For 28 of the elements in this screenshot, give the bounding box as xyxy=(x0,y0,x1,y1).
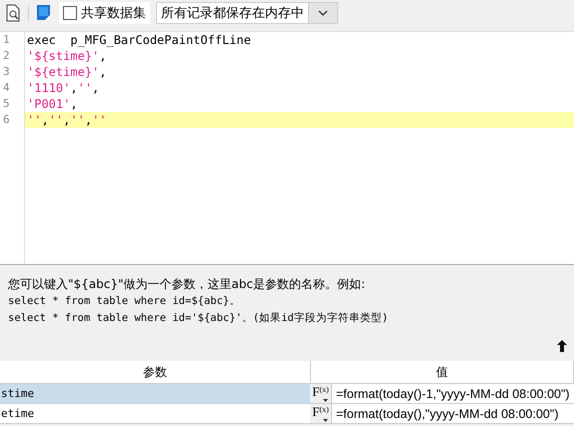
document-icon[interactable] xyxy=(35,4,53,22)
line-number: 2 xyxy=(2,48,11,64)
hint-text: 您可以键入"${abc}"做为一个参数，这里abc是参数的名称。例如: xyxy=(8,276,366,293)
code-line: '1110','', xyxy=(26,80,100,96)
param-value[interactable]: =format(today(),"yyyy-MM-dd 08:00:00") xyxy=(332,406,558,420)
storage-dropdown[interactable]: 所有记录都保存在内存中 xyxy=(156,2,338,24)
code-line: '${etime}', xyxy=(26,64,108,80)
line-number: 3 xyxy=(2,64,11,80)
share-dataset-checkbox[interactable]: 共享数据集 xyxy=(59,2,150,24)
line-number: 6 xyxy=(2,112,11,128)
caret-icon xyxy=(318,10,328,16)
line-number: 4 xyxy=(2,80,11,96)
caret-icon xyxy=(323,399,328,402)
column-header: 值 xyxy=(310,361,574,384)
hint-text: select * from table where id='${abc}'。(如果id字段为字符串类型) xyxy=(8,311,390,326)
param-name-cell[interactable]: etime xyxy=(0,404,310,424)
hint-text: select * from table where id=${abc}。 xyxy=(8,294,242,309)
param-value[interactable]: =format(today()-1,"yyyy-MM-dd 08:00:00") xyxy=(332,386,570,400)
line-number: 1 xyxy=(2,32,11,48)
code-line: 'P001', xyxy=(26,96,79,112)
code-line: exec p_MFG_BarCodePaintOffLine xyxy=(26,32,252,48)
line-number: 5 xyxy=(2,96,11,112)
column-header: 参数 xyxy=(0,361,310,384)
caret-icon xyxy=(323,419,328,422)
param-name-cell[interactable]: stime xyxy=(0,384,310,404)
code-line: '${stime}', xyxy=(26,48,108,64)
up-arrow-icon[interactable] xyxy=(556,339,568,353)
preview-icon[interactable] xyxy=(4,4,22,22)
